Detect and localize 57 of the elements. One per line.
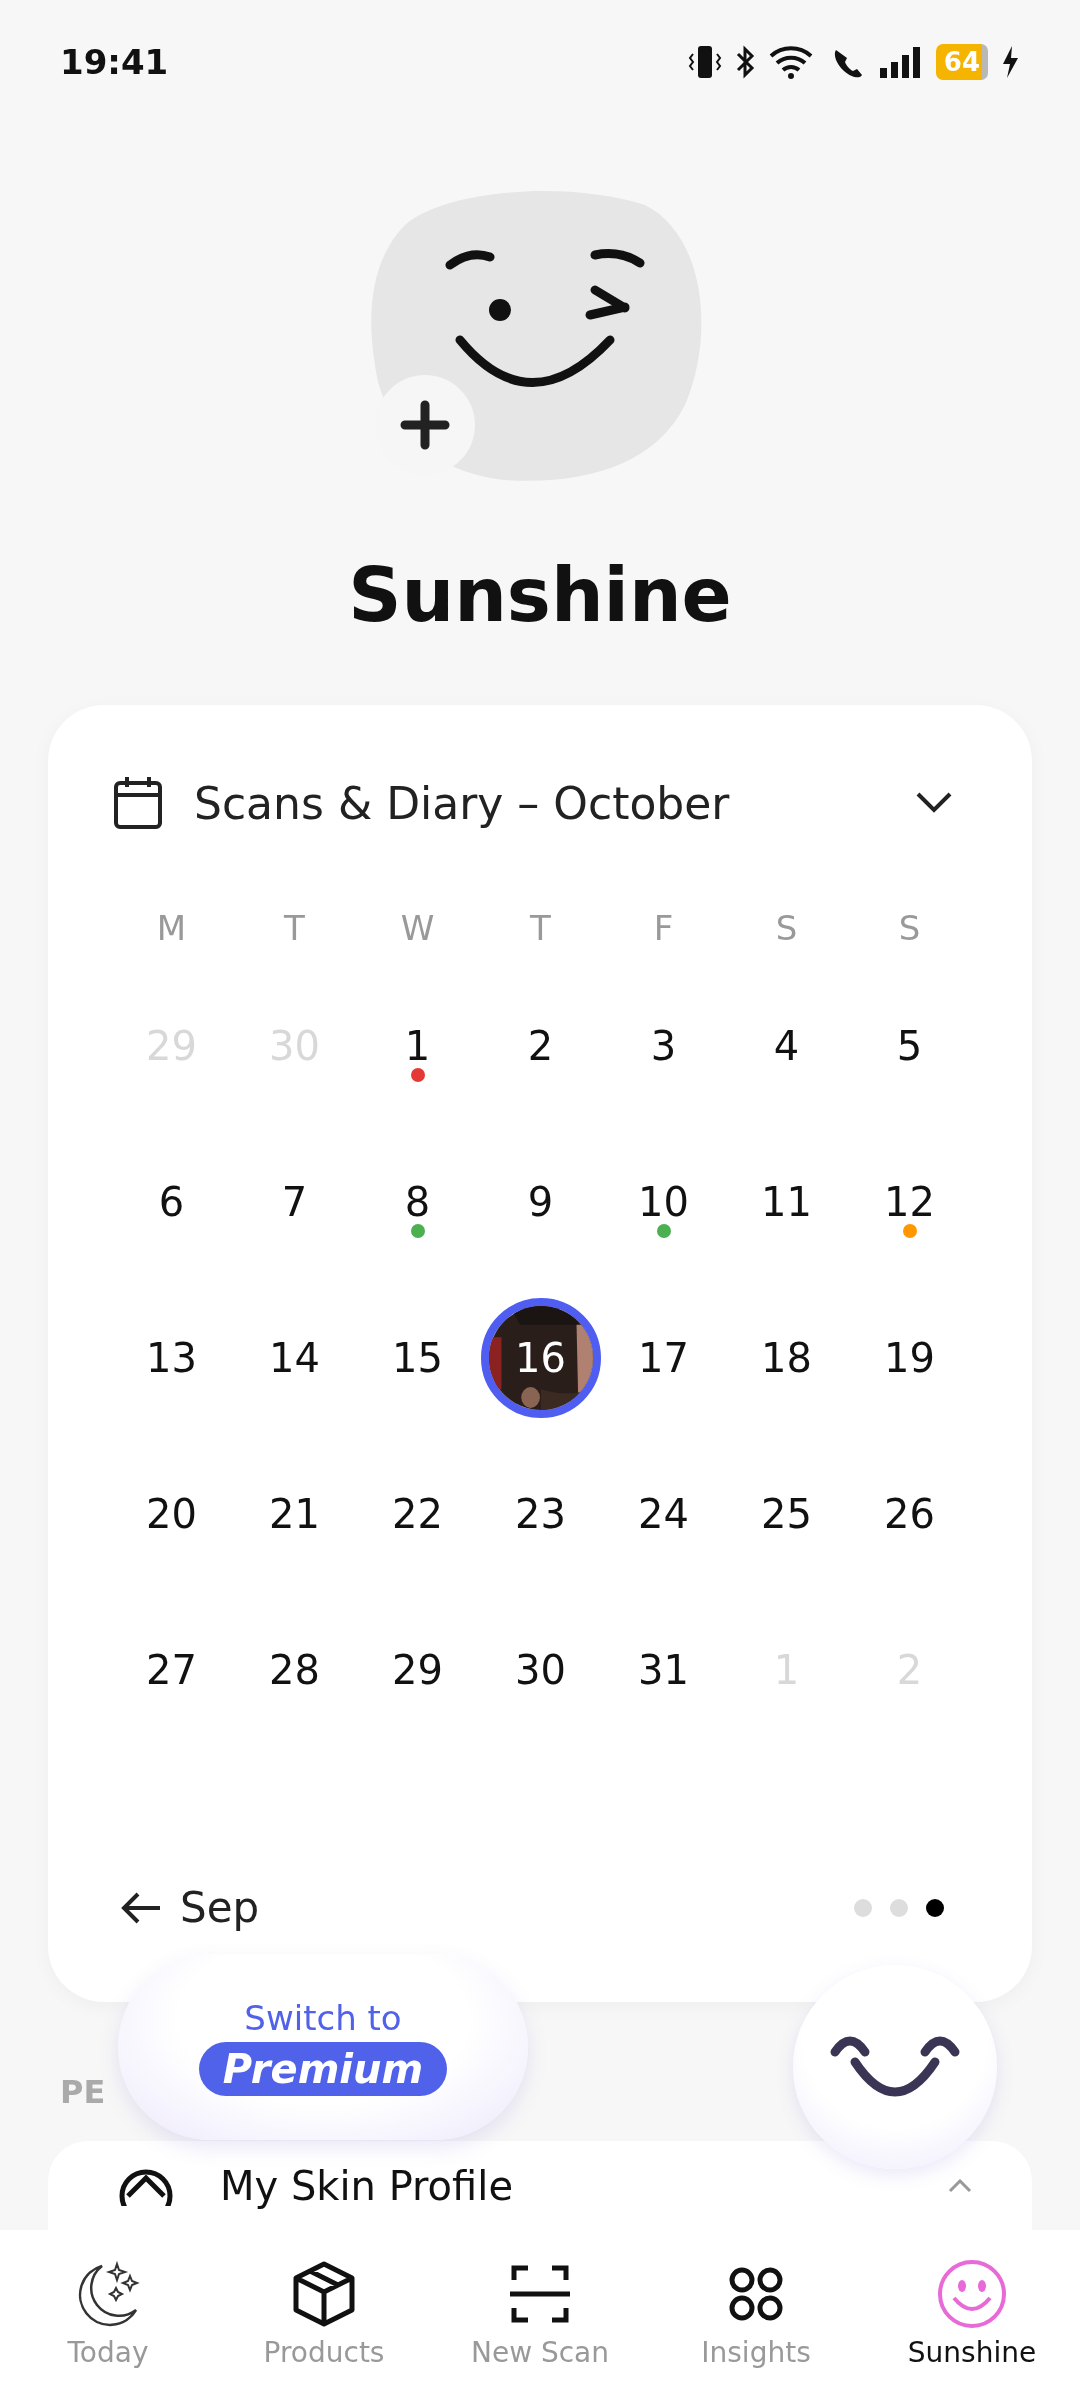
caret-icon: [948, 2179, 972, 2193]
profile-row-label: My Skin Profile: [220, 2163, 514, 2209]
calendar-day[interactable]: 31: [638, 1647, 689, 1693]
calendar-day[interactable]: 7: [281, 1179, 308, 1225]
calendar-day[interactable]: 2: [527, 1023, 554, 1069]
calendar-day[interactable]: 13: [146, 1335, 197, 1381]
weekday-label: S: [897, 907, 922, 950]
profile-row[interactable]: My Skin Profile: [48, 2141, 1032, 2230]
calendar-title: Scans & Diary – October: [194, 777, 731, 829]
calendar-day[interactable]: 11: [761, 1179, 812, 1225]
smile-face-icon: [936, 2258, 1008, 2330]
charging-icon: [1000, 44, 1020, 80]
calendar-day[interactable]: 23: [515, 1491, 566, 1537]
weekday-label: S: [774, 907, 799, 950]
arrow-left-icon: [120, 1890, 162, 1925]
calendar-day[interactable]: 28: [269, 1647, 320, 1693]
calendar-day[interactable]: 3: [650, 1023, 677, 1069]
calendar-day[interactable]: 1: [404, 1023, 431, 1069]
calendar-icon: [112, 775, 164, 831]
calendar-day[interactable]: 26: [884, 1491, 935, 1537]
weekday-label: F: [652, 907, 675, 950]
calendar-day[interactable]: 6: [158, 1179, 185, 1225]
calendar-day[interactable]: 27: [146, 1647, 197, 1693]
calendar-day[interactable]: 29: [392, 1647, 443, 1693]
section-label: PE: [60, 2073, 107, 2111]
calendar-day[interactable]: 30: [515, 1647, 566, 1693]
battery-icon: 64: [935, 44, 988, 80]
calendar-day[interactable]: 21: [269, 1491, 320, 1537]
weekday-label: W: [399, 907, 436, 950]
calendar-day[interactable]: 19: [884, 1335, 935, 1381]
calendar-day[interactable]: 9: [527, 1179, 554, 1225]
status-time: 19:41: [60, 42, 169, 82]
calendar-day[interactable]: 17: [638, 1335, 689, 1381]
page-dot[interactable]: [926, 1898, 944, 1917]
calendar-day[interactable]: 24: [638, 1491, 689, 1537]
calendar-day[interactable]: 25: [761, 1491, 812, 1537]
weekday-label: T: [529, 907, 552, 950]
premium-button[interactable]: Switch to Premium: [118, 1954, 528, 2140]
calendar-day[interactable]: 15: [392, 1335, 443, 1381]
nav-tab[interactable]: Sunshine: [872, 2258, 1072, 2369]
calendar-day[interactable]: 18: [761, 1335, 812, 1381]
photo-day[interactable]: 16: [480, 1298, 601, 1418]
page-dot[interactable]: [890, 1898, 908, 1917]
calendar-day[interactable]: 20: [146, 1491, 197, 1537]
calendar-day[interactable]: 22: [392, 1491, 443, 1537]
calendar-day[interactable]: 5: [896, 1023, 923, 1069]
calendar-day[interactable]: 14: [269, 1335, 320, 1381]
calendar-day[interactable]: 10: [638, 1179, 689, 1225]
calendar-day[interactable]: 8: [404, 1179, 431, 1225]
page-dot[interactable]: [854, 1898, 872, 1917]
weekday-label: M: [155, 907, 188, 950]
previous-month-link[interactable]: Sep: [110, 1883, 260, 1932]
weekday-label: T: [283, 907, 306, 950]
vibrate-icon: [687, 44, 722, 80]
profile-name: Sunshine: [347, 552, 733, 638]
calendar-day[interactable]: 12: [884, 1179, 935, 1225]
calendar-day[interactable]: 4: [773, 1023, 800, 1069]
